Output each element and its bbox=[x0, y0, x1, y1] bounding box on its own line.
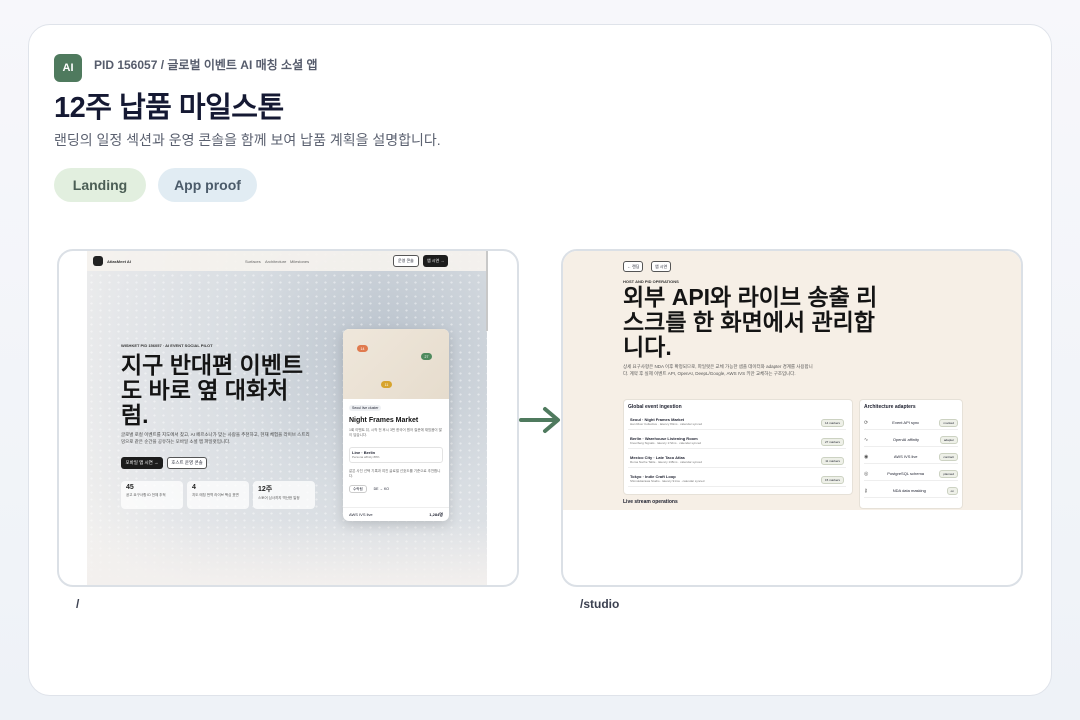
map-pin[interactable]: 14 bbox=[357, 345, 368, 352]
landing-paragraph: 글로벌 로컬 이벤트를 지도에서 찾고, AI 페르소나가 맞는 사람을 추천하… bbox=[121, 432, 310, 444]
studio-route: /studio bbox=[580, 597, 620, 611]
list-item[interactable]: Mexico City · Late Taco Atlas Roma Noche … bbox=[628, 454, 846, 468]
list-item[interactable]: Berlin · Warehouse Listening Room Kreuzbe… bbox=[628, 435, 846, 449]
key-icon: ⚷ bbox=[864, 487, 868, 494]
arrow-right-icon bbox=[519, 407, 560, 433]
live-footer: AWS IVS live 1,284명 bbox=[343, 507, 449, 521]
landing-route: / bbox=[76, 597, 80, 611]
back-to-landing-button[interactable]: ← 랜딩 bbox=[623, 261, 644, 272]
match-reason: 같은 사진 선택 기록과 여진 글로벌 선호도를 기준으로 추천합니다. bbox=[349, 469, 441, 478]
crowd-fade bbox=[87, 521, 487, 585]
tab-landing[interactable]: Landing bbox=[54, 168, 146, 202]
app-demo-button[interactable]: 앱 시연 bbox=[651, 261, 672, 272]
database-icon: ◎ bbox=[864, 470, 869, 477]
studio-paragraph: 상세 요구사항은 NDA 이후 확정되므로, 파일럿은 교체 가능한 샘플 데이… bbox=[623, 364, 813, 376]
sync-icon: ⟳ bbox=[864, 419, 869, 426]
nav-demo-button[interactable]: 앱 시연 → bbox=[423, 255, 449, 267]
studio-preview[interactable]: ← 랜딩 앱 시연 HOST AND PID OPERATIONS 외부 API… bbox=[561, 249, 1023, 587]
studio-headline: 외부 API와 라이브 송출 리스크를 한 화면에서 관리합니다. bbox=[623, 284, 878, 360]
page-title: 12주 납품 마일스톤 bbox=[54, 92, 284, 124]
scrollbar[interactable] bbox=[486, 251, 488, 331]
match-row[interactable]: Line · Berlin Persona affinity 88% bbox=[349, 447, 443, 463]
broadcast-icon: ◉ bbox=[864, 453, 869, 460]
list-item[interactable]: Seoul · Night Frames Market Han River Col… bbox=[628, 416, 846, 430]
live-source: AWS IVS live bbox=[349, 512, 373, 517]
stat-surfaces: 4 지도 매칭 번역 라이브 핵심 표면 bbox=[187, 481, 249, 509]
mobile-demo-button[interactable]: 모바일 앱 시연 → bbox=[121, 457, 163, 469]
stat-requirements: 45 공고 요구사항 ID 전체 추적 bbox=[121, 481, 183, 509]
landing-kicker: WISHKET PID 156057 · AI EVENT SOCIAL PIL… bbox=[121, 343, 213, 348]
adapters-title: Architecture adapters bbox=[864, 404, 916, 410]
map-pin[interactable]: 27 bbox=[421, 353, 432, 360]
adapter-row[interactable]: ◎ PostgreSQL schema planned bbox=[864, 467, 958, 481]
tab-app-proof[interactable]: App proof bbox=[158, 168, 257, 202]
ai-badge: AI bbox=[54, 54, 82, 82]
nav-surfaces[interactable]: Surfaces bbox=[245, 259, 261, 264]
landing-screenshot: AtlasMeet AI Surfaces Architecture Miles… bbox=[87, 251, 487, 585]
landing-preview[interactable]: AtlasMeet AI Surfaces Architecture Miles… bbox=[57, 249, 519, 587]
live-stream-title: Live stream operations bbox=[623, 499, 678, 505]
nav-architecture[interactable]: Architecture bbox=[265, 259, 286, 264]
ingestion-title: Global event ingestion bbox=[628, 404, 682, 410]
stat-schedule: 12주 스토어 심사까지 역산한 일정 bbox=[253, 481, 315, 509]
adapter-row[interactable]: ◉ AWS IVS live contract bbox=[864, 450, 958, 464]
match-chips: 수락됨 DE → KO bbox=[349, 485, 389, 493]
viewer-count: 1,284명 bbox=[429, 511, 443, 517]
project-id: PID 156057 / 글로벌 이벤트 AI 매칭 소셜 앱 bbox=[94, 58, 318, 72]
nav-console-button[interactable]: 운영 콘솔 bbox=[393, 255, 419, 267]
event-description: 1회 이벤트 뒤, 시작 전 후시 3번 한국어 원어 질문에 재밌음이 많이 … bbox=[349, 428, 442, 437]
brand-name: AtlasMeet AI bbox=[107, 258, 131, 264]
event-ingestion-panel: Global event ingestion Seoul · Night Fra… bbox=[623, 399, 853, 495]
host-console-button[interactable]: 호스트 운영 콘솔 bbox=[167, 457, 207, 469]
event-map[interactable]: 14 27 11 bbox=[343, 329, 449, 399]
landing-headline: 지구 반대편 이벤트도 바로 옆 대화처럼. bbox=[121, 352, 304, 428]
page-subtitle: 랜딩의 일정 섹션과 운영 콘솔을 함께 보여 납품 계획을 설명합니다. bbox=[54, 132, 441, 148]
event-map-card[interactable]: 14 27 11 Seoul live cluster Night Frames… bbox=[343, 329, 449, 521]
adapter-row[interactable]: ⟳ Event API sync mocked bbox=[864, 416, 958, 430]
adapter-row[interactable]: ⚷ NDA data masking on bbox=[864, 484, 958, 498]
map-pin[interactable]: 11 bbox=[381, 381, 392, 388]
adapter-row[interactable]: ∿ OpenAI affinity adapter bbox=[864, 433, 958, 447]
list-item[interactable]: Tokyo · Indie Craft Loop Shimokitazawa St… bbox=[628, 473, 846, 487]
pulse-icon: ∿ bbox=[864, 436, 869, 443]
architecture-adapters-panel: Architecture adapters ⟳ Event API sync moc… bbox=[859, 399, 963, 509]
live-cluster-tag: Seoul live cluster bbox=[349, 405, 382, 411]
studio-screenshot: ← 랜딩 앱 시연 HOST AND PID OPERATIONS 외부 API… bbox=[563, 251, 1021, 510]
nav-milestones[interactable]: Milestones bbox=[290, 259, 309, 264]
event-title: Night Frames Market bbox=[349, 417, 419, 424]
brand-logo-icon bbox=[93, 256, 103, 266]
